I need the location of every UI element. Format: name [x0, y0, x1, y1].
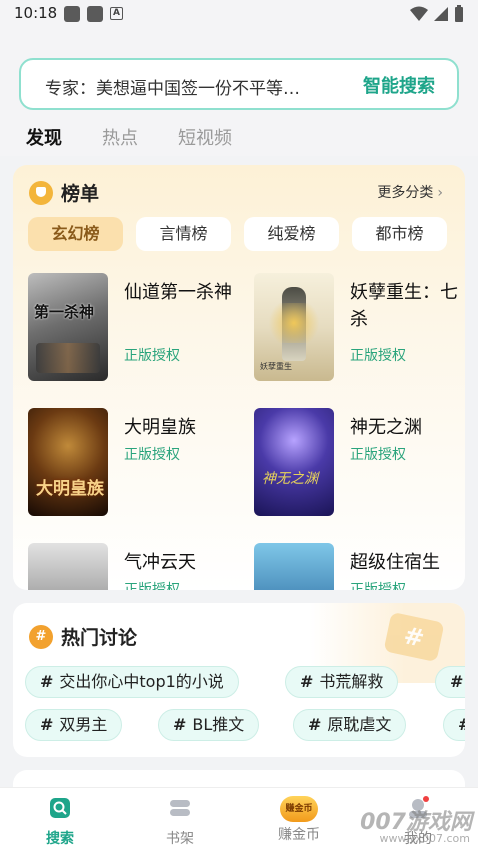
search-icon — [50, 798, 70, 818]
topic-label: 原耽虐文 — [327, 715, 392, 734]
license-tag: 正版授权 — [124, 447, 180, 463]
license-tag: 正版授权 — [350, 582, 406, 590]
nav-label: 书架 — [166, 831, 194, 847]
search-box[interactable]: 专家：美想逼中国签一份不平等… 智能搜索 — [19, 58, 459, 110]
book-cover: 第一杀神 — [28, 273, 108, 381]
wifi-icon — [410, 6, 428, 21]
license-tag: 正版授权 — [124, 582, 180, 590]
license-tag: 正版授权 — [124, 348, 180, 364]
license-tag: 正版授权 — [350, 348, 406, 364]
topic-label: 双男主 — [59, 715, 108, 734]
book-title: 神无之渊 — [350, 417, 422, 438]
book-item[interactable]: 超级住宿生 正版授权 — [254, 543, 464, 590]
topic-chip[interactable]: # 原耽虐文 — [293, 709, 407, 741]
book-cover — [28, 543, 108, 590]
nav-label: 搜索 — [46, 831, 74, 847]
nav-bookshelf[interactable]: 书架 — [140, 796, 220, 848]
book-cover — [254, 543, 334, 590]
ranking-title: 榜单 — [61, 183, 100, 205]
bookshelf-icon — [170, 800, 190, 816]
more-categories-link[interactable]: 更多分类 › — [377, 182, 443, 202]
trophy-icon — [29, 180, 53, 205]
category-romance[interactable]: 言情榜 — [136, 217, 231, 251]
hot-discussion-title: 热门讨论 — [61, 627, 138, 649]
topic-chip[interactable]: # — [443, 709, 465, 741]
tab-bar: 发现 热点 短视频 — [26, 124, 232, 152]
topic-chip[interactable]: # 书荒解救 — [285, 666, 399, 698]
nav-label: 赚金币 — [278, 827, 320, 843]
topic-chip[interactable]: # 交出你心中top1的小说 — [25, 666, 239, 698]
license-tag: 正版授权 — [350, 447, 406, 463]
search-input[interactable]: 专家：美想逼中国签一份不平等… — [45, 74, 345, 99]
ranking-header: 榜单 — [29, 179, 99, 206]
coin-icon: 赚金币 — [280, 796, 318, 822]
book-item[interactable]: 气冲云天 正版授权 — [28, 543, 238, 590]
book-title: 超级住宿生 — [350, 552, 440, 573]
book-cover: 神无之渊 — [254, 408, 334, 516]
book-title: 大明皇族 — [124, 417, 196, 438]
topic-chip[interactable]: # BL推文 — [158, 709, 260, 741]
nav-search[interactable]: 搜索 — [20, 796, 100, 848]
watermark-url: www.yx007.com — [379, 832, 470, 845]
book-item[interactable]: 第一杀神 仙道第一杀神 正版授权 — [28, 273, 238, 383]
topic-chip[interactable]: # 双男主 — [25, 709, 123, 741]
book-item[interactable]: 大明皇族 大明皇族 正版授权 — [28, 408, 238, 518]
category-urban[interactable]: 都市榜 — [352, 217, 447, 251]
notification-icon — [87, 6, 103, 22]
topic-label: 书荒解救 — [319, 672, 384, 691]
category-fantasy[interactable]: 玄幻榜 — [28, 217, 123, 251]
tab-short-video[interactable]: 短视频 — [178, 124, 232, 150]
cover-title: 第一杀神 — [34, 303, 95, 321]
topic-chip[interactable]: # — [435, 666, 465, 698]
hashtag-icon: # — [29, 624, 53, 649]
ranking-category-row: 玄幻榜 言情榜 纯爱榜 都市榜 — [28, 217, 447, 251]
app-notification-icon: A — [110, 7, 123, 20]
smart-search-button[interactable]: 智能搜索 — [363, 72, 435, 98]
topic-label: 交出你心中top1的小说 — [59, 672, 224, 691]
book-item[interactable]: 妖孽重生 妖孽重生：七杀 正版授权 — [254, 273, 464, 383]
topic-label: BL推文 — [192, 715, 245, 734]
more-categories-label: 更多分类 — [377, 185, 434, 201]
category-pure-love[interactable]: 纯爱榜 — [244, 217, 339, 251]
notification-icon — [64, 6, 80, 22]
hot-discussion-header: # 热门讨论 — [29, 623, 137, 650]
hot-discussion-card: # # 热门讨论 # 交出你心中top1的小说 # 书荒解救 # # 双男主 # BL推… — [13, 603, 465, 757]
nav-earn-coins[interactable]: 赚金币 赚金币 — [259, 796, 339, 844]
ranking-card: 榜单 更多分类 › 玄幻榜 言情榜 纯爱榜 都市榜 第一杀神 仙道第一杀神 正版授… — [13, 165, 465, 590]
status-bar: 10:18 A — [0, 0, 478, 28]
book-item[interactable]: 神无之渊 神无之渊 正版授权 — [254, 408, 464, 518]
battery-icon — [455, 5, 463, 22]
tab-hot[interactable]: 热点 — [102, 124, 138, 150]
chevron-right-icon: › — [437, 185, 443, 201]
book-cover: 大明皇族 — [28, 408, 108, 516]
cover-title: 大明皇族 — [36, 479, 104, 499]
book-title: 仙道第一杀神 — [124, 282, 232, 303]
tab-discover[interactable]: 发现 — [26, 124, 62, 152]
book-title: 妖孽重生：七杀 — [350, 282, 458, 330]
book-title: 气冲云天 — [124, 552, 196, 573]
book-cover: 妖孽重生 — [254, 273, 334, 381]
top-area: 专家：美想逼中国签一份不平等… 智能搜索 发现 热点 短视频 — [0, 28, 478, 156]
cover-title: 妖孽重生 — [260, 362, 292, 371]
signal-icon — [434, 7, 448, 21]
cover-title: 神无之渊 — [262, 471, 318, 487]
status-time: 10:18 — [14, 4, 58, 22]
